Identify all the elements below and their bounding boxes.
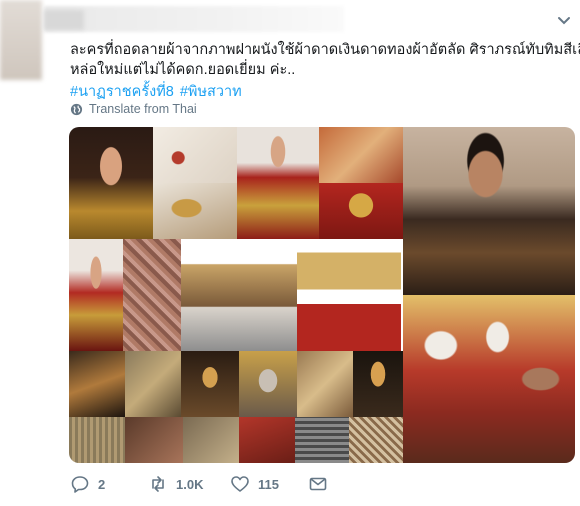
- retweet-count: 1.0K: [176, 476, 204, 492]
- translate-label: Translate from Thai: [89, 102, 197, 116]
- photo-headdress-sketch: [153, 183, 237, 239]
- photo-puppet-figure: [181, 351, 239, 417]
- user-handle-redacted: [44, 10, 84, 30]
- globe-icon: [70, 103, 83, 115]
- photo-dancer-performance: [69, 351, 125, 417]
- hashtag-link[interactable]: #นาฏราชครั้งที่8: [70, 84, 174, 100]
- translate-link[interactable]: Translate from Thai: [70, 102, 197, 116]
- tweet-text-line: ละครที่ถอดลายผ้าจากภาพฝาผนังใช้ผ้าดาดเงิ…: [70, 42, 580, 58]
- photo-khon-mask: [239, 351, 297, 417]
- photo-dancer-praying: [237, 127, 319, 239]
- photo-jewelry-sketch: [153, 127, 237, 183]
- photo-fabric-pattern: [123, 239, 181, 351]
- envelope-icon: [309, 477, 327, 491]
- avatar[interactable]: [0, 0, 42, 80]
- photo-mural-scene: [183, 417, 239, 463]
- photo-mannequins-costumes: [403, 295, 575, 463]
- photo-lace-pattern: [349, 417, 403, 463]
- photo-dancer-gold-crown: [69, 239, 123, 351]
- tweet-media-collage[interactable]: [69, 127, 575, 463]
- tweet-actions: 2 1.0K 115: [70, 474, 550, 498]
- hashtag-link[interactable]: #พิษสวาท: [180, 84, 242, 100]
- reply-icon: [71, 476, 89, 493]
- photo-red-mural: [239, 417, 295, 463]
- message-button[interactable]: [308, 474, 328, 494]
- photo-actress-golden-crown: [69, 127, 153, 239]
- photo-mural-dancers: [297, 351, 353, 417]
- chevron-down-icon[interactable]: [556, 14, 572, 28]
- photo-textile-gold: [69, 417, 125, 463]
- photo-actor-armor: [403, 127, 575, 295]
- photo-facebook-post-1: [181, 239, 297, 351]
- user-name-redacted[interactable]: [44, 6, 344, 32]
- photo-red-costume-detail: [319, 183, 403, 239]
- tweet-text: ละครที่ถอดลายผ้าจากภาพฝาผนังใช้ผ้าดาดเงิ…: [70, 40, 580, 80]
- photo-mural-painting: [319, 127, 403, 183]
- photo-mural-figures: [125, 351, 181, 417]
- like-button[interactable]: 115: [230, 474, 279, 494]
- photo-dancer-pose: [353, 351, 403, 417]
- hashtags: #นาฏราชครั้งที่8 #พิษสวาท: [70, 80, 248, 103]
- like-count: 115: [258, 476, 279, 492]
- retweet-icon: [152, 476, 164, 492]
- photo-embroidery: [295, 417, 349, 463]
- reply-count: 2: [98, 476, 106, 492]
- heart-icon: [231, 476, 249, 492]
- reply-button[interactable]: 2: [70, 474, 105, 494]
- photo-facebook-post-2: [297, 239, 401, 351]
- photo-textile-red: [125, 417, 183, 463]
- retweet-button[interactable]: 1.0K: [148, 474, 203, 494]
- tweet-text-line: หล่อใหม่แต่ไม่ได้คดก.ยอดเยี่ยม ค่ะ..: [70, 62, 296, 78]
